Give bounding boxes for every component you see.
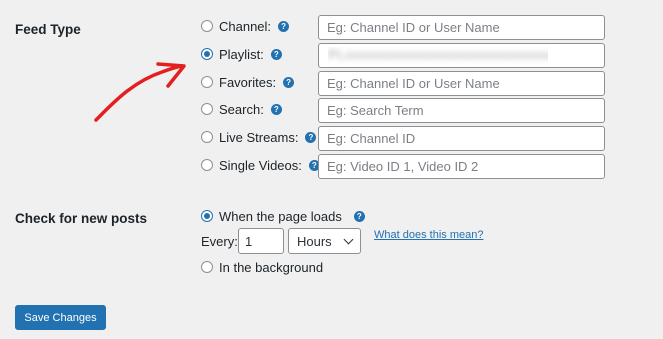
live-streams-input[interactable] bbox=[318, 126, 605, 151]
help-icon[interactable]: ? bbox=[305, 131, 317, 143]
interval-unit-select[interactable]: Hours bbox=[288, 228, 361, 254]
feed-option-single-videos[interactable]: Single Videos: ? bbox=[201, 155, 320, 175]
update-option-background[interactable]: In the background bbox=[201, 257, 323, 277]
favorites-label: Favorites: bbox=[219, 74, 277, 90]
live-streams-label: Live Streams: bbox=[219, 129, 299, 145]
playlist-label: Playlist: bbox=[219, 46, 264, 62]
update-option-page-load[interactable]: When the page loads ? bbox=[201, 206, 365, 226]
what-does-this-mean-link[interactable]: What does this mean? bbox=[374, 229, 483, 241]
help-icon[interactable]: ? bbox=[283, 76, 295, 88]
feed-option-playlist[interactable]: Playlist: ? bbox=[201, 44, 282, 64]
red-arrow-icon bbox=[94, 62, 186, 122]
feed-option-live-streams[interactable]: Live Streams: ? bbox=[201, 127, 317, 147]
background-label: In the background bbox=[219, 259, 324, 275]
every-label: Every: bbox=[201, 234, 238, 249]
favorites-input[interactable] bbox=[318, 71, 605, 96]
help-icon[interactable]: ? bbox=[353, 210, 365, 222]
single-videos-input[interactable] bbox=[318, 154, 605, 179]
search-radio[interactable] bbox=[201, 103, 213, 115]
feed-option-channel[interactable]: Channel: ? bbox=[201, 16, 290, 36]
playlist-radio[interactable] bbox=[201, 48, 213, 60]
live-streams-radio[interactable] bbox=[201, 131, 213, 143]
chevron-down-icon bbox=[343, 234, 354, 245]
single-videos-label: Single Videos: bbox=[219, 157, 302, 173]
favorites-radio[interactable] bbox=[201, 76, 213, 88]
every-input[interactable] bbox=[238, 228, 284, 254]
help-icon[interactable]: ? bbox=[270, 103, 282, 115]
background-radio[interactable] bbox=[201, 261, 213, 273]
feed-type-label: Feed Type bbox=[15, 22, 81, 37]
help-icon[interactable]: ? bbox=[270, 48, 282, 60]
save-changes-button[interactable]: Save Changes bbox=[15, 305, 106, 330]
search-input[interactable] bbox=[318, 98, 605, 123]
single-videos-radio[interactable] bbox=[201, 159, 213, 171]
channel-radio[interactable] bbox=[201, 20, 213, 32]
help-icon[interactable]: ? bbox=[278, 20, 290, 32]
page-load-radio[interactable] bbox=[201, 210, 213, 222]
channel-label: Channel: bbox=[219, 18, 272, 34]
playlist-value-blurred: PLxxxxxxxxxxxxxxxxxxxxxxxxxxxxx bbox=[328, 47, 548, 64]
search-label: Search: bbox=[219, 101, 264, 117]
interval-unit-value: Hours bbox=[297, 233, 332, 249]
feed-option-search[interactable]: Search: ? bbox=[201, 99, 282, 119]
playlist-value: PLxxxxxxxxxxxxxxxxxxxxxxxxxxxxx bbox=[328, 47, 548, 62]
channel-input[interactable] bbox=[318, 15, 605, 40]
feed-option-favorites[interactable]: Favorites: ? bbox=[201, 72, 295, 92]
page-load-label: When the page loads bbox=[219, 208, 342, 224]
check-new-posts-label: Check for new posts bbox=[15, 211, 148, 226]
